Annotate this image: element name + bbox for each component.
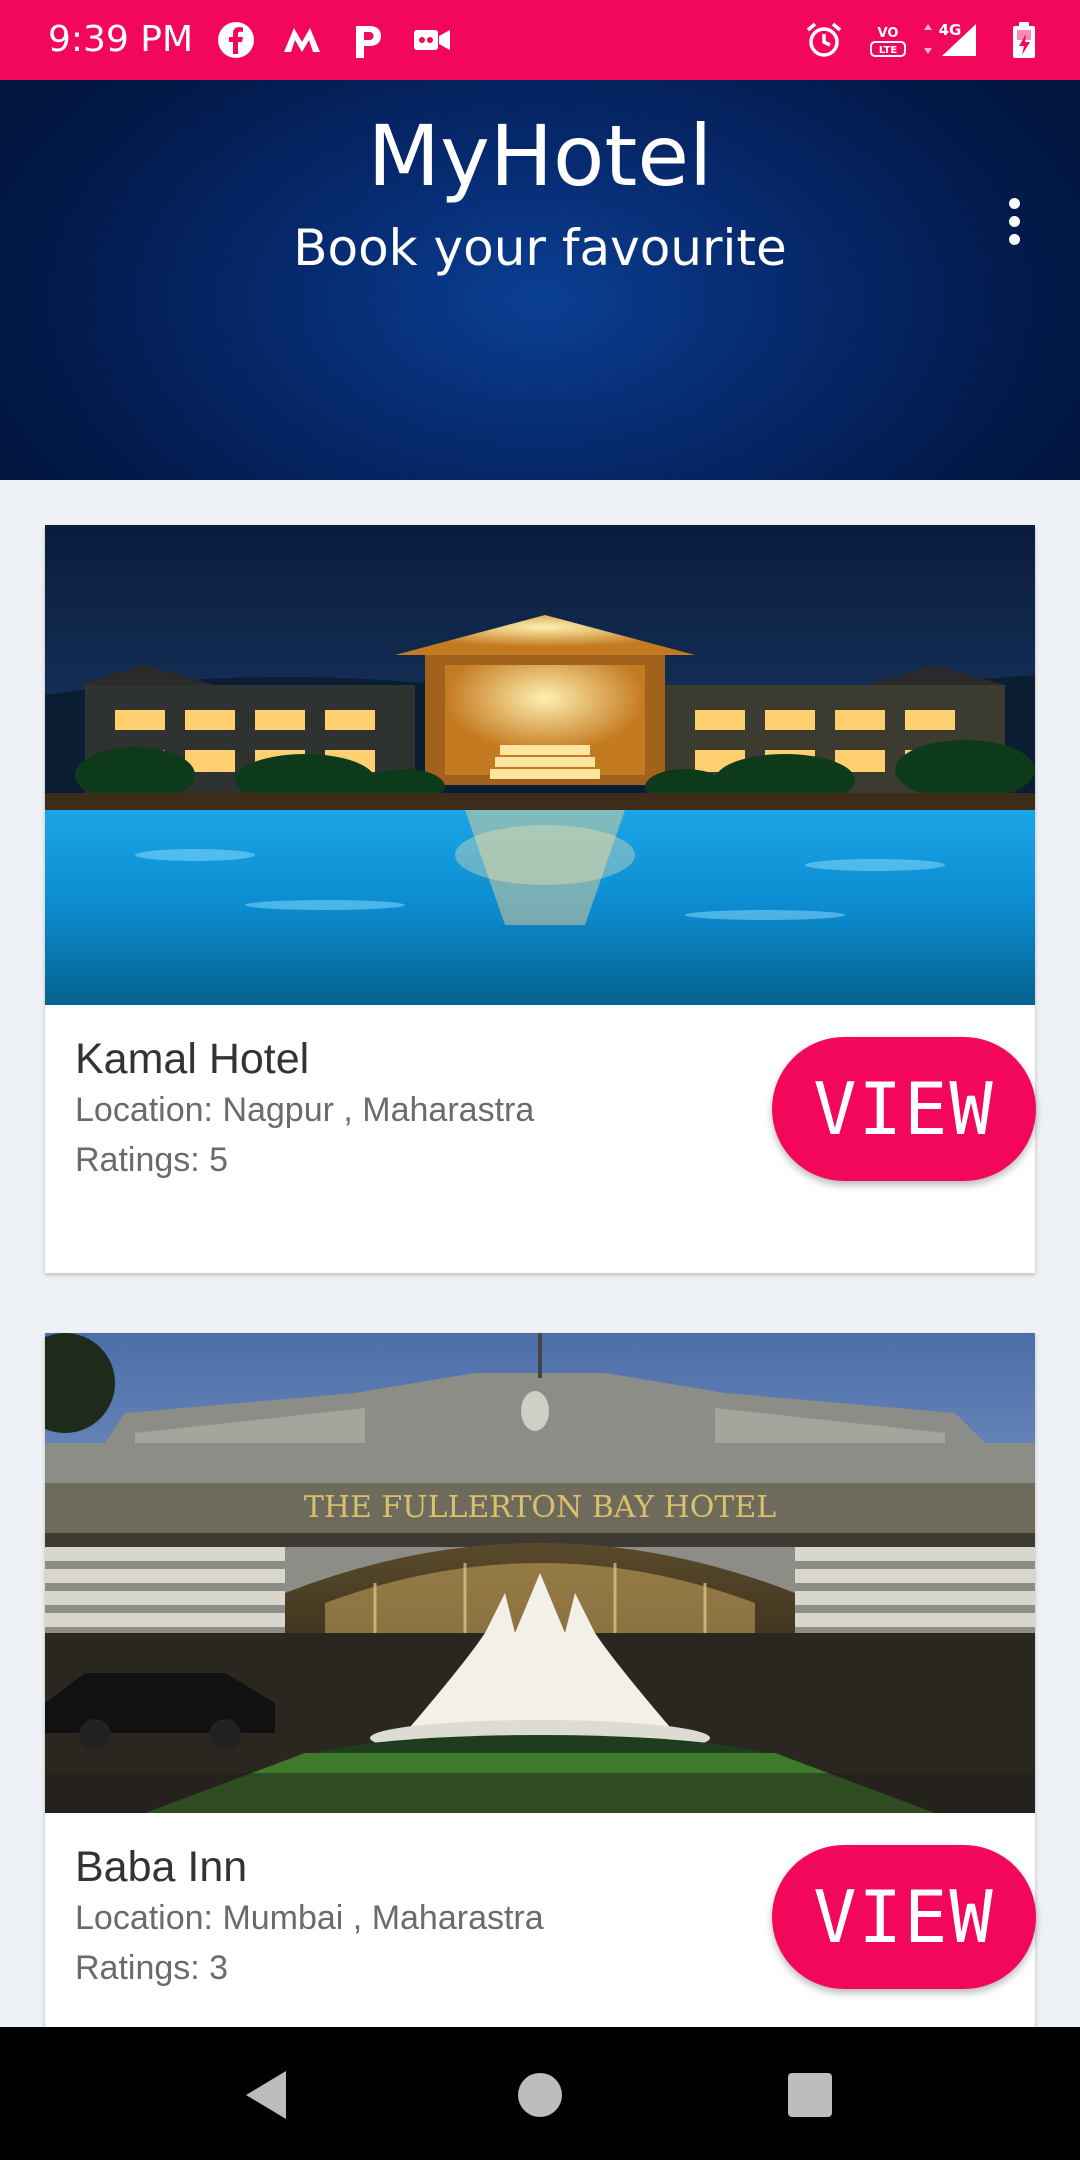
hotel-image: THE FULLERTON BAY HOTEL — [45, 1333, 1035, 1813]
hotel-name: Kamal Hotel — [75, 1035, 310, 1083]
volte-icon: VO LTE — [870, 26, 906, 57]
app-header: MyHotel Book your favourite — [0, 80, 1080, 480]
svg-text:VO: VO — [878, 26, 899, 41]
app-subtitle: Book your favourite — [293, 219, 787, 277]
menu-dot — [1009, 234, 1020, 245]
system-nav-bar — [0, 2027, 1080, 2160]
m-app-icon — [284, 28, 320, 52]
battery-icon — [1013, 22, 1035, 58]
view-button[interactable]: VIEW — [772, 1845, 1036, 1989]
hotel-rating: Ratings: 3 — [75, 1949, 229, 1987]
signal-icon: 4G — [924, 21, 976, 56]
hotel-sign-text: THE FULLERTON BAY HOTEL — [304, 1490, 776, 1525]
svg-text:4G: 4G — [939, 21, 962, 39]
p-app-icon — [356, 26, 381, 58]
hotel-rating: Ratings: 5 — [75, 1141, 229, 1179]
home-circle-icon[interactable] — [510, 2065, 570, 2125]
app-title: MyHotel — [367, 107, 713, 205]
menu-dot — [1009, 216, 1020, 227]
hotel-list[interactable]: Kamal Hotel Location: Nagpur , Maharastr… — [0, 480, 1080, 2027]
hotel-name: Baba Inn — [75, 1843, 248, 1891]
hotel-card[interactable]: Kamal Hotel Location: Nagpur , Maharastr… — [45, 525, 1036, 1273]
recents-square-icon[interactable] — [780, 2065, 840, 2125]
view-button[interactable]: VIEW — [772, 1037, 1036, 1181]
hotel-card[interactable]: THE FULLERTON BAY HOTEL Baba Inn Locatio… — [45, 1333, 1036, 2027]
hotel-location: Location: Mumbai , Maharastra — [75, 1899, 544, 1937]
hotel-location: Location: Nagpur , Maharastra — [75, 1091, 535, 1129]
facebook-icon — [218, 22, 254, 58]
menu-dot — [1009, 198, 1020, 209]
video-camera-icon — [414, 30, 450, 50]
status-time: 9:39 PM — [48, 19, 194, 60]
back-triangle-icon[interactable] — [236, 2065, 296, 2125]
svg-text:LTE: LTE — [879, 45, 898, 56]
alarm-icon — [806, 22, 842, 57]
more-vert-icon[interactable] — [990, 136, 1038, 245]
hotel-image — [45, 525, 1035, 1005]
status-bar: 9:39 PM VO LTE 4G — [0, 0, 1080, 80]
